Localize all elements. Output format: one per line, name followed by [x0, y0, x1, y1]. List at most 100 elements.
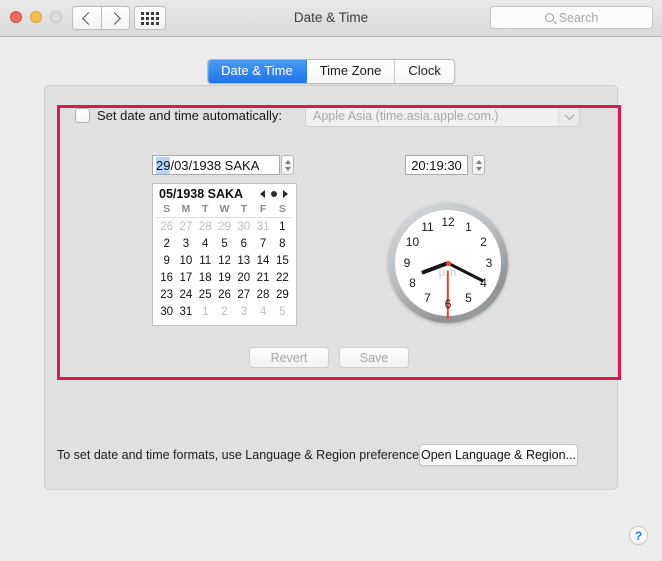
clock-face: pm 121234567891011 — [395, 210, 501, 319]
clock-hour-number: 1 — [465, 219, 472, 234]
calendar-day-cell[interactable]: 11 — [196, 252, 215, 269]
search-input[interactable]: Search — [490, 6, 653, 29]
calendar-day-cell[interactable]: 29 — [273, 286, 292, 303]
calendar-day-cell[interactable]: 23 — [157, 286, 176, 303]
calendar-day-cell[interactable]: 18 — [196, 269, 215, 286]
clock-hour-number: 2 — [480, 235, 487, 249]
calendar-day-cell[interactable]: 19 — [215, 269, 234, 286]
revert-button[interactable]: Revert — [249, 347, 329, 368]
calendar-day-cell[interactable]: 6 — [234, 235, 253, 252]
time-server-value: Apple Asia (time.asia.apple.com.) — [313, 109, 499, 123]
chevron-down-icon — [564, 109, 574, 120]
clock-hour-number: 8 — [409, 276, 416, 290]
calendar-day-cell[interactable]: 15 — [273, 252, 292, 269]
calendar-day-cell[interactable]: 12 — [215, 252, 234, 269]
date-remaining-segment: /03/1938 SAKA — [170, 157, 260, 173]
calendar-widget[interactable]: 05/1938 SAKA S M T W T F S 26 27 28 29 30 31 1 2 3 4 5 6 7 8… — [152, 183, 297, 326]
calendar-next-icon[interactable] — [283, 190, 288, 198]
calendar-day-cell[interactable]: 26 — [157, 218, 176, 235]
calendar-day-cell[interactable]: 10 — [176, 252, 195, 269]
calendar-day-cell[interactable]: 14 — [253, 252, 272, 269]
date-stepper[interactable] — [281, 155, 294, 175]
calendar-month-label: 05/1938 SAKA — [159, 187, 244, 201]
calendar-today-icon[interactable] — [271, 191, 277, 197]
clock-hour-number: 10 — [405, 235, 420, 249]
calendar-day-cell[interactable]: 29 — [215, 218, 234, 235]
calendar-day-cell[interactable]: 4 — [253, 303, 272, 320]
stepper-down-icon[interactable] — [284, 166, 291, 171]
dropdown-arrow-box — [558, 106, 579, 126]
calendar-day-cell[interactable]: 31 — [176, 303, 195, 320]
clock-hour-number: 12 — [441, 214, 455, 229]
calendar-day-cell[interactable]: 13 — [234, 252, 253, 269]
calendar-day-cell[interactable]: 24 — [176, 286, 195, 303]
tab-time-zone[interactable]: Time Zone — [306, 60, 396, 83]
clock-hour-number: 6 — [444, 296, 452, 311]
calendar-weekday-header: W — [214, 203, 235, 218]
calendar-weekday-header: T — [195, 203, 215, 218]
calendar-weekday-header: S — [272, 203, 292, 218]
calendar-day-cell[interactable]: 1 — [196, 303, 215, 320]
calendar-day-cell[interactable]: 7 — [253, 235, 272, 252]
open-language-region-button[interactable]: Open Language & Region... — [419, 444, 578, 466]
clock-hour-number: 11 — [421, 219, 434, 234]
time-input[interactable]: 20:19:30 — [405, 155, 468, 175]
calendar-day-cell[interactable]: 3 — [176, 235, 195, 252]
calendar-day-cell[interactable]: 2 — [215, 303, 234, 320]
date-time-preferences-window: Date & Time Search Date & Time Time Zone… — [0, 0, 662, 561]
clock-hour-number: 5 — [465, 291, 472, 305]
tab-date-time[interactable]: Date & Time — [208, 60, 307, 83]
calendar-day-cell[interactable]: 21 — [253, 269, 272, 286]
stepper-up-icon[interactable] — [284, 159, 291, 164]
calendar-day-cell[interactable]: 9 — [157, 252, 176, 269]
calendar-day-cell[interactable]: 30 — [157, 303, 176, 320]
date-selected-segment: 29 — [156, 156, 171, 174]
calendar-day-cell[interactable]: 26 — [215, 286, 234, 303]
time-server-dropdown: Apple Asia (time.asia.apple.com.) — [305, 105, 580, 127]
set-automatically-label: Set date and time automatically: — [97, 108, 282, 123]
calendar-grid: S M T W T F S 26 27 28 29 30 31 1 2 3 4 5 6 7 8 9 10 11 12 13 14 15… — [153, 203, 296, 320]
clock-hour-number: 4 — [480, 276, 487, 290]
calendar-weekday-header: F — [253, 203, 273, 218]
calendar-weekday-header: S — [157, 203, 177, 218]
calendar-day-cell[interactable]: 2 — [157, 235, 176, 252]
clock-center-pin — [445, 260, 451, 266]
tab-bar: Date & Time Time Zone Clock — [207, 59, 455, 84]
calendar-day-cell[interactable]: 8 — [273, 235, 292, 252]
calendar-day-cell[interactable]: 28 — [196, 218, 215, 235]
calendar-day-cell[interactable]: 3 — [234, 303, 253, 320]
calendar-weekday-header: M — [176, 203, 196, 218]
calendar-day-cell[interactable]: 31 — [253, 218, 272, 235]
search-inner: Search — [544, 10, 599, 25]
calendar-day-cell[interactable]: 20 — [234, 269, 253, 286]
analog-clock: pm 121234567891011 — [388, 203, 508, 323]
calendar-day-cell[interactable]: 22 — [273, 269, 292, 286]
calendar-day-cell[interactable]: 5 — [215, 235, 234, 252]
calendar-day-cell[interactable]: 27 — [234, 286, 253, 303]
calendar-day-cell[interactable]: 28 — [253, 286, 272, 303]
calendar-day-cell[interactable]: 1 — [273, 218, 292, 235]
search-placeholder: Search — [558, 10, 599, 25]
calendar-day-cell[interactable]: 16 — [157, 269, 176, 286]
calendar-previous-icon[interactable] — [260, 190, 265, 198]
calendar-day-cell[interactable]: 30 — [234, 218, 253, 235]
calendar-header: 05/1938 SAKA — [153, 184, 296, 203]
date-input[interactable]: 29/03/1938 SAKA — [152, 155, 280, 175]
time-stepper[interactable] — [472, 155, 485, 175]
calendar-day-cell[interactable]: 17 — [176, 269, 195, 286]
calendar-weekday-header: T — [234, 203, 254, 218]
window-titlebar: Date & Time Search — [0, 0, 662, 37]
calendar-day-cell[interactable]: 4 — [196, 235, 215, 252]
stepper-down-icon[interactable] — [475, 166, 482, 171]
calendar-day-cell[interactable]: 5 — [273, 303, 292, 320]
clock-hour-number: 9 — [403, 255, 411, 270]
calendar-day-cell[interactable]: 27 — [176, 218, 195, 235]
save-button[interactable]: Save — [339, 347, 409, 368]
calendar-nav — [260, 190, 291, 198]
stepper-up-icon[interactable] — [475, 159, 482, 164]
help-button[interactable]: ? — [629, 526, 648, 545]
set-automatically-row: Set date and time automatically: — [75, 108, 282, 123]
calendar-day-cell[interactable]: 25 — [196, 286, 215, 303]
tab-clock[interactable]: Clock — [395, 60, 454, 83]
set-automatically-checkbox[interactable] — [75, 108, 90, 123]
